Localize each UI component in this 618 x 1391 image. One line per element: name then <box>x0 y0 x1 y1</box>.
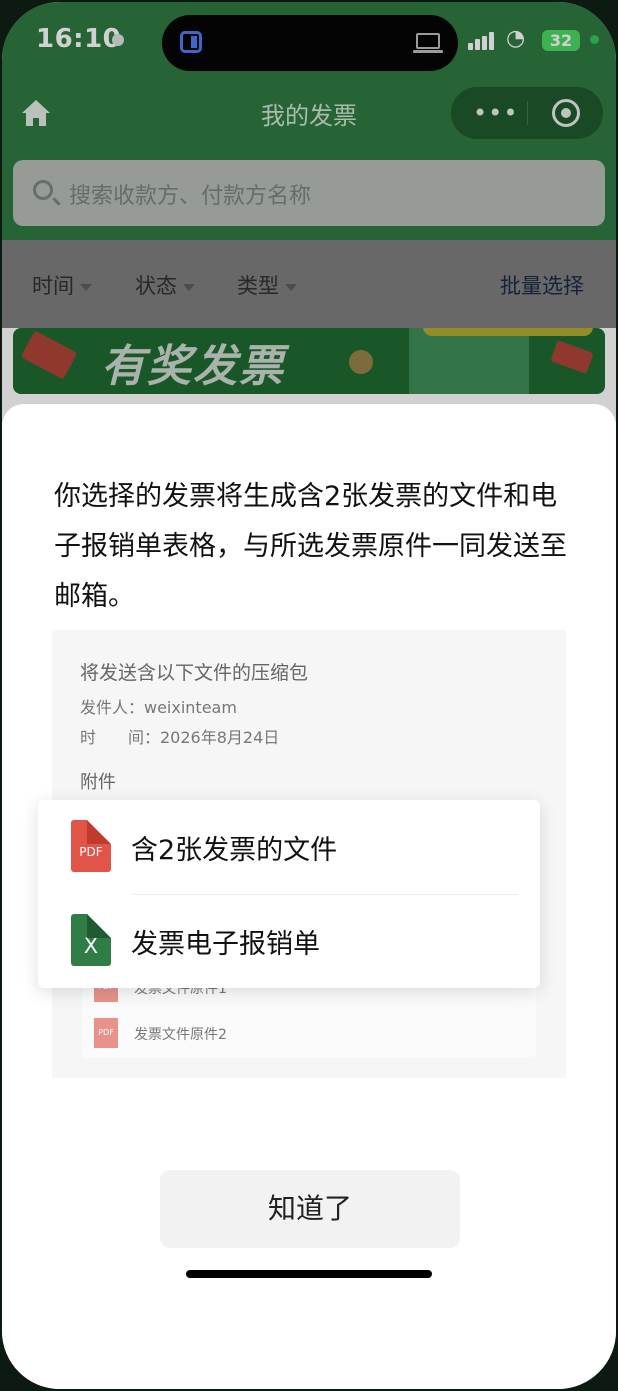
pdf-icon: PDF <box>94 1018 118 1048</box>
preview-title: 将发送含以下文件的压缩包 <box>80 662 309 684</box>
preview-time: 时 间：2026年8月24日 <box>80 728 280 747</box>
file-row-expense-form: X 发票电子报销单 <box>38 894 540 988</box>
file-name: 发票电子报销单 <box>131 929 320 960</box>
bottom-sheet: 你选择的发票将生成含2张发票的文件和电子报销单表格，与所选发票原件一同发送至邮箱… <box>2 404 616 1389</box>
preview-sender: 发件人：weixinteam <box>80 698 237 717</box>
attachments-label: 附件 <box>80 772 116 793</box>
sheet-message: 你选择的发票将生成含2张发票的文件和电子报销单表格，与所选发票原件一同发送至邮箱… <box>54 481 567 612</box>
excel-icon: X <box>71 914 111 966</box>
phone-screen: 16:10 ◔ 32 我的发票 ••• 搜索收款方、付款方名称 时间 状态 类型… <box>2 2 616 1389</box>
original-file-name: 发票文件原件2 <box>134 1027 227 1043</box>
got-it-button[interactable]: 知道了 <box>160 1170 460 1248</box>
background-overlay[interactable] <box>2 2 616 422</box>
file-row-invoices: PDF 含2张发票的文件 <box>38 800 540 894</box>
file-name: 含2张发票的文件 <box>131 835 338 866</box>
pdf-icon: PDF <box>71 820 111 872</box>
generated-files-card: PDF 含2张发票的文件 X 发票电子报销单 <box>38 800 540 988</box>
home-indicator[interactable] <box>186 1270 432 1278</box>
list-item: PDF 发票文件原件2 <box>94 1018 524 1048</box>
